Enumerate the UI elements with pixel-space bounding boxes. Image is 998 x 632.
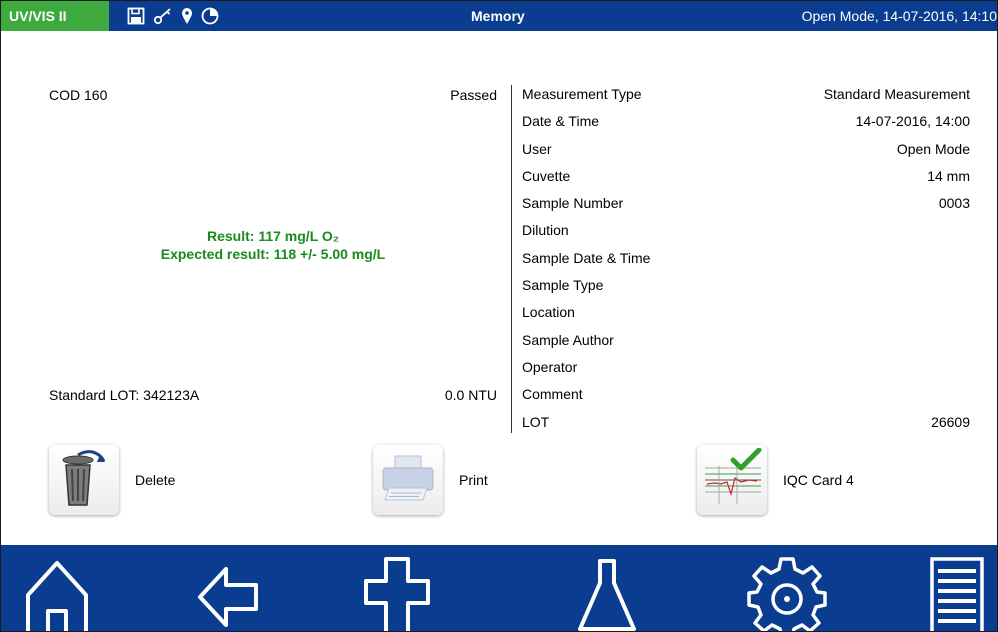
print-label: Print	[459, 472, 488, 488]
test-name: COD 160	[49, 87, 108, 103]
detail-label: Dilution	[522, 222, 569, 239]
flask-button[interactable]	[567, 553, 647, 631]
status-icons	[127, 6, 219, 26]
settings-gear-icon	[747, 553, 827, 631]
detail-row: Measurement Type Standard Measurement	[522, 81, 970, 108]
back-arrow-icon	[192, 553, 262, 631]
result-panel: COD 160 Passed Result: 117 mg/L O₂ Expec…	[49, 81, 497, 411]
detail-row: Cuvette 14 mm	[522, 163, 970, 190]
delete-button[interactable]: Delete	[49, 445, 175, 515]
expected-result: Expected result: 118 +/- 5.00 mg/L	[160, 246, 386, 262]
detail-row: Operator	[522, 354, 970, 381]
detail-label: Date & Time	[522, 113, 600, 130]
iqc-card-label: IQC Card 4	[783, 472, 854, 488]
timer-icon	[201, 7, 219, 25]
delete-tile[interactable]	[49, 445, 119, 515]
detail-value: Open Mode	[896, 140, 970, 157]
detail-row: Location	[522, 299, 970, 326]
detail-label: Location	[522, 304, 575, 321]
result-block: Result: 117 mg/L O₂ Expected result: 118…	[49, 227, 497, 263]
detail-label: Measurement Type	[522, 86, 642, 102]
detail-row: Sample Author	[522, 327, 970, 354]
menu-list-icon	[924, 553, 990, 631]
detail-value: 14 mm	[927, 167, 970, 184]
detail-row: Date & Time 14-07-2016, 14:00	[522, 108, 970, 135]
detail-label: Sample Author	[522, 331, 614, 348]
mode-date-time: Open Mode, 14-07-2016, 14:10	[801, 8, 997, 24]
detail-row: User Open Mode	[522, 136, 970, 163]
add-icon	[362, 553, 432, 631]
save-icon	[127, 7, 145, 25]
detail-row: Dilution	[522, 217, 970, 244]
iqc-card-button[interactable]: IQC Card 4	[697, 445, 854, 515]
location-pin-icon	[181, 7, 193, 25]
detail-row: LOT 26609	[522, 409, 970, 436]
detail-value: 14-07-2016, 14:00	[855, 113, 970, 130]
iqc-chart-check-icon	[701, 447, 763, 513]
detail-label: Sample Date & Time	[522, 249, 651, 266]
detail-label: Comment	[522, 386, 583, 403]
test-status: Passed	[450, 87, 497, 103]
bottom-navigation	[1, 545, 997, 631]
delete-label: Delete	[135, 472, 176, 488]
standard-lot: Standard LOT: 342123A	[49, 387, 200, 403]
detail-row: Sample Type	[522, 272, 970, 299]
print-button[interactable]: Print	[373, 445, 488, 515]
flask-icon	[572, 553, 642, 631]
detail-label: Sample Type	[522, 277, 604, 294]
detail-row: Comment	[522, 381, 970, 408]
detail-row: Sample Number 0003	[522, 190, 970, 217]
detail-label: Sample Number	[522, 195, 624, 212]
home-button[interactable]	[17, 553, 97, 631]
detail-label: Cuvette	[522, 167, 571, 184]
menu-button[interactable]	[917, 553, 997, 631]
settings-button[interactable]	[747, 553, 827, 631]
detail-value: 0003	[938, 195, 970, 212]
result-value: Result: 117 mg/L O₂	[206, 228, 339, 244]
status-bar: UV/VIS II Memory Open Mode, 14-07-2016, …	[1, 1, 997, 31]
home-icon	[22, 553, 92, 631]
measurement-details: Measurement Type Standard Measurement Dat…	[522, 81, 970, 436]
back-button[interactable]	[187, 553, 267, 631]
add-button[interactable]	[357, 553, 437, 631]
detail-label: Operator	[522, 358, 578, 375]
brand-label: UV/VIS II	[1, 1, 109, 31]
iqc-card-tile[interactable]	[697, 445, 767, 515]
detail-value: Standard Measurement	[823, 86, 970, 102]
turbidity-value: 0.0 NTU	[444, 387, 497, 403]
app-window: UV/VIS II Memory Open Mode, 14-07-2016, …	[0, 0, 998, 632]
detail-row: Sample Date & Time	[522, 245, 970, 272]
key-icon	[153, 7, 173, 25]
panel-divider	[511, 85, 512, 433]
print-tile[interactable]	[373, 445, 443, 515]
detail-label: User	[522, 140, 552, 157]
detail-value: 26609	[931, 413, 970, 430]
trash-can-icon	[58, 449, 110, 512]
page-title: Memory	[471, 8, 525, 24]
printer-icon	[379, 452, 437, 509]
detail-label: LOT	[522, 413, 550, 430]
